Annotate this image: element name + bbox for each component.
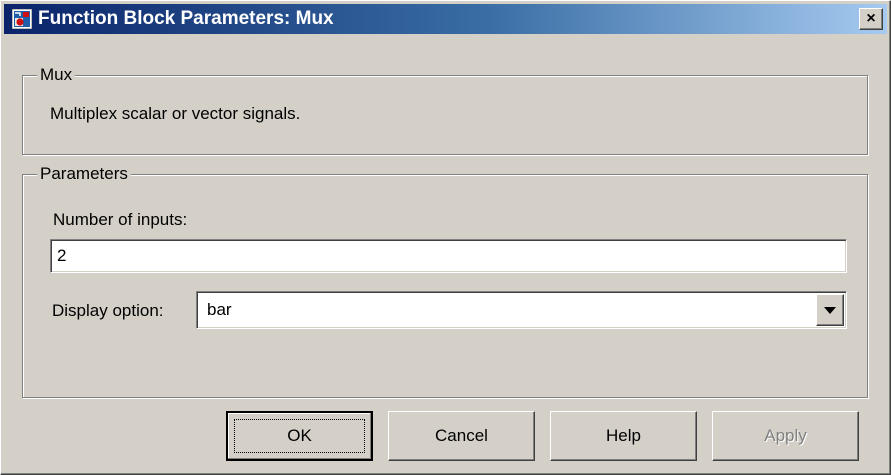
cancel-button[interactable]: Cancel	[388, 411, 535, 461]
display-option-value: bar	[207, 300, 232, 319]
number-of-inputs-field[interactable]: 2	[50, 239, 847, 273]
number-of-inputs-label: Number of inputs:	[53, 210, 188, 229]
focus-rectangle	[234, 419, 365, 453]
ok-button[interactable]: OK	[226, 411, 373, 461]
title-bar[interactable]: Function Block Parameters: Mux ×	[4, 4, 887, 34]
block-description: Multiplex scalar or vector signals.	[50, 104, 301, 123]
close-icon: ×	[866, 10, 876, 27]
display-option-label: Display option:	[52, 301, 164, 320]
parameters-group-title: Parameters	[37, 164, 131, 184]
apply-button-label: Apply	[764, 426, 807, 445]
dialog-window: Function Block Parameters: Mux × Mux Mul…	[0, 0, 891, 475]
help-button[interactable]: Help	[550, 411, 697, 461]
simulink-block-icon	[12, 9, 32, 29]
close-button[interactable]: ×	[859, 8, 883, 30]
apply-button[interactable]: Apply	[712, 411, 859, 461]
chevron-down-icon[interactable]	[816, 294, 844, 326]
help-button-label: Help	[606, 426, 641, 445]
number-of-inputs-value: 2	[57, 246, 67, 265]
window-title: Function Block Parameters: Mux	[38, 8, 334, 29]
description-group-title: Mux	[37, 65, 76, 85]
display-option-select[interactable]: bar	[196, 291, 847, 329]
cancel-button-label: Cancel	[435, 426, 488, 445]
parameters-group: Parameters	[22, 164, 868, 398]
